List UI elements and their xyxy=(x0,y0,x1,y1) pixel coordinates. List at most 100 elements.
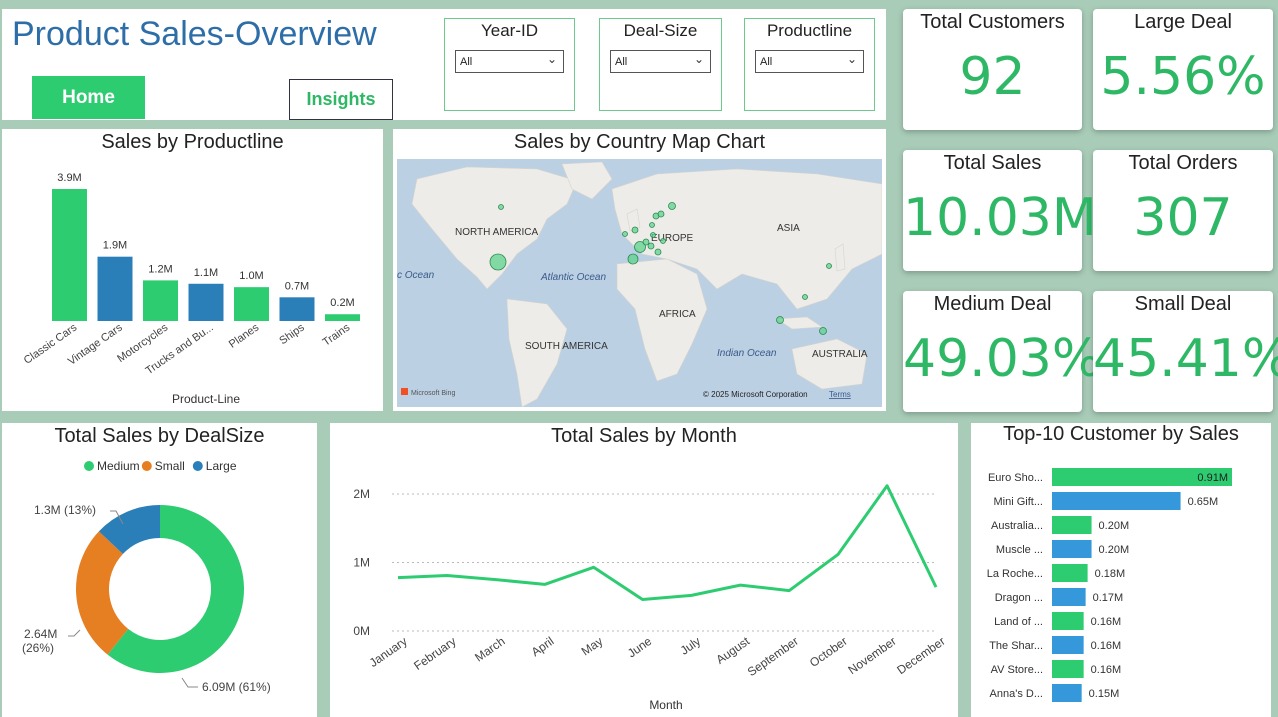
kpi-label: Total Sales xyxy=(943,152,1042,174)
bar-value-label: 0.65M xyxy=(1188,496,1219,508)
year-id-slicer: Year-ID All ⌄ xyxy=(444,18,575,111)
kpi-value: 10.03M xyxy=(903,188,1097,248)
label-south-america: SOUTH AMERICA xyxy=(525,341,608,352)
x-tick-label: November xyxy=(845,634,898,677)
customer-bar xyxy=(1052,540,1092,558)
slice-label-large: 1.3M (13%) xyxy=(34,503,96,517)
bubble-spain[interactable] xyxy=(627,253,639,265)
kpi-medium-deal: Medium Deal 49.03% xyxy=(903,291,1101,412)
bubble-sweden[interactable] xyxy=(657,210,665,218)
kpi-label: Total Orders xyxy=(1128,152,1238,174)
bubble-switzerland[interactable] xyxy=(649,222,655,228)
kpi-large-deal: Large Deal 5.56% xyxy=(1093,9,1273,130)
bubble-austria[interactable] xyxy=(660,238,666,244)
leader-line xyxy=(181,677,198,688)
map-panel: Sales by Country Map Chart NORTH AMERICA… xyxy=(393,129,886,411)
customer-bar xyxy=(1052,492,1181,510)
category-label: AV Store... xyxy=(991,664,1043,676)
deal-size-slicer: Deal-Size All ⌄ xyxy=(599,18,722,111)
bar-value-label: 0.16M xyxy=(1091,640,1122,652)
category-label: Land of ... xyxy=(994,616,1043,628)
bubble-uk[interactable] xyxy=(631,226,639,234)
bar-value-label: 0.20M xyxy=(1099,520,1130,532)
year-id-dropdown[interactable]: All ⌄ xyxy=(455,50,564,73)
category-label: The Shar... xyxy=(989,640,1043,652)
bar-value-label: 0.20M xyxy=(1099,544,1130,556)
month-chart-panel: Total Sales by Month 0M 1M 2M January Februa… xyxy=(330,423,958,717)
customer-bar xyxy=(1052,660,1084,678)
page-title: Product Sales-Overview xyxy=(12,15,377,53)
bubble-germany[interactable] xyxy=(647,242,655,250)
kpi-label: Small Deal xyxy=(1134,293,1232,315)
category-label: Euro Sho... xyxy=(988,472,1043,484)
customer-bar xyxy=(1052,636,1084,654)
deal-size-dropdown[interactable]: All ⌄ xyxy=(610,50,711,73)
world-map[interactable]: NORTH AMERICA EUROPE ASIA AFRICA SOUTH A… xyxy=(397,159,882,407)
bubble-philippines[interactable] xyxy=(802,294,808,300)
kpi-value: 45.41% xyxy=(1093,329,1278,389)
legend-marker xyxy=(192,461,203,471)
productline-bar xyxy=(52,189,87,321)
productline-bar xyxy=(234,287,269,321)
slice-label-small-pct: (26%) xyxy=(22,641,54,655)
kpi-value: 307 xyxy=(1133,188,1233,248)
kpi-total-sales: Total Sales 10.03M xyxy=(903,150,1097,271)
x-tick-label: October xyxy=(807,634,850,670)
label-asia: ASIA xyxy=(777,223,800,234)
label-north-america: NORTH AMERICA xyxy=(455,227,538,238)
slice-label-medium: 6.09M (61%) xyxy=(202,680,271,694)
legend-marker xyxy=(84,461,94,471)
y-tick-label: 2M xyxy=(353,487,370,501)
bubble-japan[interactable] xyxy=(826,263,832,269)
bubble-italy[interactable] xyxy=(654,248,662,256)
top-customers-bar-chart: Euro Sho... 0.91M Mini Gift... 0.65M Austral… xyxy=(987,468,1232,702)
chevron-down-icon: ⌄ xyxy=(546,52,557,66)
label-australia: AUSTRALIA xyxy=(812,349,868,360)
kpi-value: 5.56% xyxy=(1100,47,1266,107)
bubble-singapore[interactable] xyxy=(776,316,784,324)
japan-land xyxy=(834,243,846,272)
bar-value-label: 0.15M xyxy=(1089,688,1120,700)
customer-bar xyxy=(1052,516,1092,534)
bubble-canada[interactable] xyxy=(498,204,504,210)
bubble-ireland[interactable] xyxy=(622,231,628,237)
customer-bar xyxy=(1052,612,1084,630)
label-africa: AFRICA xyxy=(659,309,696,320)
bubble-usa[interactable] xyxy=(489,253,507,271)
bubble-australia[interactable] xyxy=(819,327,827,335)
productline-dropdown[interactable]: All ⌄ xyxy=(755,50,864,73)
bar-value-label: 1.9M xyxy=(103,240,127,252)
x-tick-label: February xyxy=(411,634,458,673)
x-tick-label: August xyxy=(713,634,752,667)
x-tick-label: July xyxy=(678,634,704,658)
dropdown-value: All xyxy=(615,56,628,68)
map-terms-link[interactable]: Terms xyxy=(829,390,851,399)
legend-label: Small xyxy=(155,459,185,473)
category-label: Muscle ... xyxy=(996,544,1043,556)
x-tick-label: April xyxy=(529,634,557,659)
productline-bar-chart: 3.9MClassic Cars1.9MVintage Cars1.2MMoto… xyxy=(22,172,360,406)
category-label: Mini Gift... xyxy=(993,496,1043,508)
top-customers-panel: Top-10 Customer by Sales Euro Sho... 0.91… xyxy=(971,423,1271,717)
x-tick-label: Planes xyxy=(227,321,262,350)
chart-title: Sales by Country Map Chart xyxy=(513,131,766,153)
bar-value-label: 3.9M xyxy=(57,172,81,184)
x-tick-label: June xyxy=(625,634,655,661)
productline-bar xyxy=(188,283,224,321)
bar-value-label: 0.2M xyxy=(330,297,354,309)
x-tick-label: December xyxy=(894,634,947,677)
bubble-denmark[interactable] xyxy=(650,232,656,238)
bubble-belgium[interactable] xyxy=(642,238,650,246)
bubble-finland[interactable] xyxy=(668,202,676,210)
customer-bar xyxy=(1052,564,1088,582)
slicer-label: Productline xyxy=(766,21,853,40)
bar-value-label: 1.0M xyxy=(239,270,263,282)
x-tick-label: Trains xyxy=(321,321,353,348)
dropdown-value: All xyxy=(760,56,773,68)
productline-slicer: Productline All ⌄ xyxy=(744,18,875,111)
leader-line xyxy=(68,629,81,637)
home-button[interactable]: Home xyxy=(32,76,145,119)
kpi-small-deal: Small Deal 45.41% xyxy=(1093,291,1278,412)
x-axis-title: Product-Line xyxy=(172,392,240,406)
insights-button[interactable]: Insights xyxy=(289,79,393,120)
